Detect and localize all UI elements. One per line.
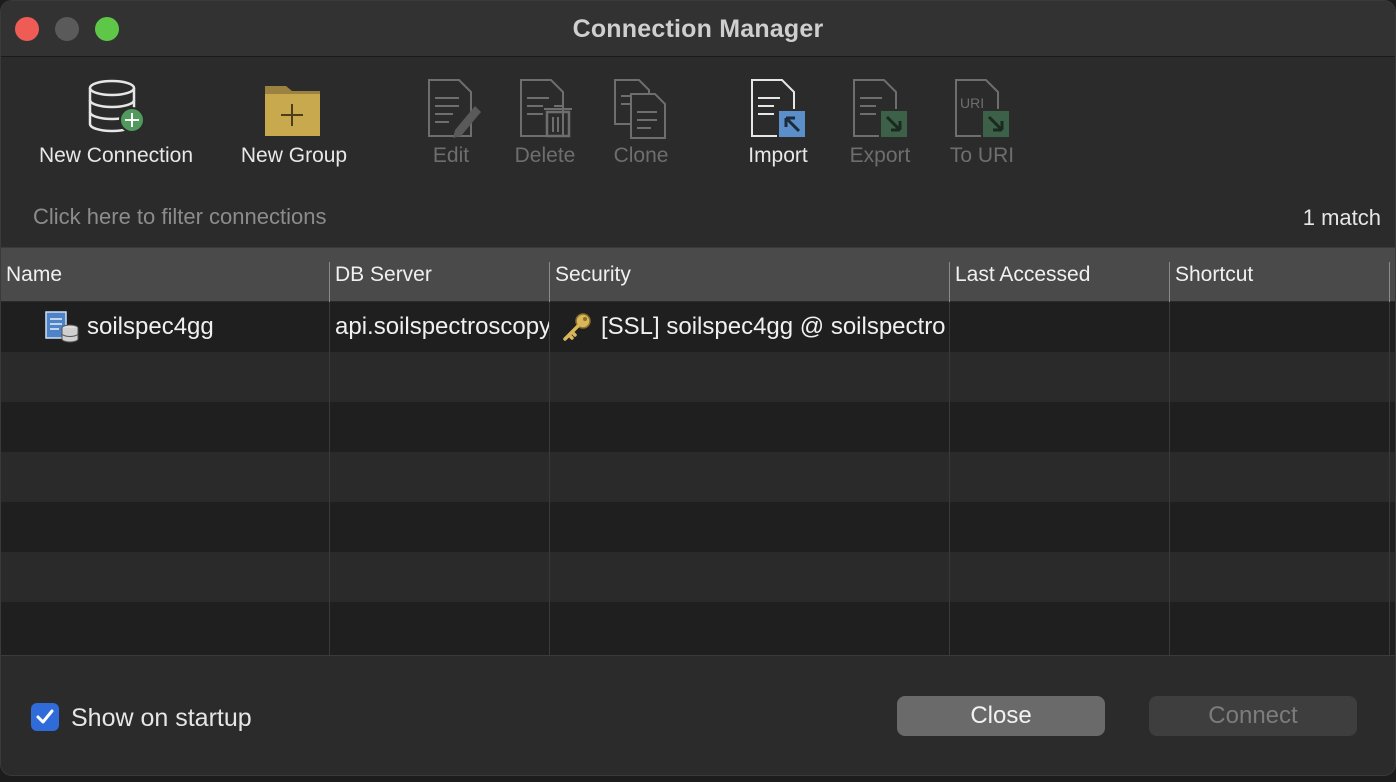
delete-button[interactable]: Delete xyxy=(507,76,583,168)
empty-row xyxy=(1,402,1395,452)
footer: Show on startup Close Connect xyxy=(1,655,1395,775)
column-header-security[interactable]: Security xyxy=(550,248,949,302)
connections-table: Name DB Server Security Last Accessed Sh… xyxy=(1,247,1395,655)
filter-bar: 1 match xyxy=(1,191,1395,245)
document-import-icon xyxy=(751,79,807,139)
filter-connections-input[interactable] xyxy=(23,199,1123,235)
database-add-icon xyxy=(88,79,145,133)
connection-manager-window: Connection Manager New Connection New Gr… xyxy=(0,0,1396,776)
table-header: Name DB Server Security Last Accessed Sh… xyxy=(1,248,1395,302)
empty-row xyxy=(1,452,1395,502)
column-divider xyxy=(549,302,550,655)
row-shortcut xyxy=(1175,302,1385,352)
column-header-last-accessed[interactable]: Last Accessed xyxy=(950,248,1169,302)
document-delete-icon xyxy=(520,79,572,138)
export-button[interactable]: Export xyxy=(839,76,921,168)
column-divider xyxy=(329,302,330,655)
document-edit-icon xyxy=(428,79,481,138)
column-header-shortcut[interactable]: Shortcut xyxy=(1170,248,1389,302)
column-resize-handle[interactable] xyxy=(1389,262,1390,302)
match-count: 1 match xyxy=(1302,205,1381,230)
checkmark-icon xyxy=(36,709,54,724)
row-name: soilspec4gg xyxy=(87,313,214,340)
show-on-startup-checkbox[interactable] xyxy=(31,703,59,731)
connect-button[interactable]: Connect xyxy=(1149,696,1357,736)
new-group-button[interactable]: New Group xyxy=(233,76,355,168)
empty-row xyxy=(1,352,1395,402)
row-last-accessed xyxy=(955,302,1165,352)
row-security: [SSL] soilspec4gg @ soilspectroscopy xyxy=(601,313,945,340)
row-db-server: api.soilspectroscopy.org xyxy=(335,313,549,340)
close-button[interactable]: Close xyxy=(897,696,1105,736)
title-bar: Connection Manager xyxy=(1,1,1395,57)
column-header-db-server[interactable]: DB Server xyxy=(330,248,549,302)
folder-add-icon xyxy=(265,86,320,136)
column-divider xyxy=(1389,302,1390,655)
new-connection-button[interactable]: New Connection xyxy=(29,76,203,168)
column-divider xyxy=(1169,302,1170,655)
to-uri-label: To URI xyxy=(949,144,1015,167)
document-export-icon xyxy=(853,79,909,139)
new-connection-label: New Connection xyxy=(38,144,194,167)
empty-row xyxy=(1,602,1395,652)
edit-button[interactable]: Edit xyxy=(413,76,489,168)
uri-export-icon: URI xyxy=(955,79,1011,139)
desktop-background xyxy=(0,776,1396,782)
database-document-icon xyxy=(45,311,79,343)
edit-label: Edit xyxy=(432,144,470,167)
empty-row xyxy=(1,552,1395,602)
import-label: Import xyxy=(748,144,808,167)
window-title: Connection Manager xyxy=(572,15,824,43)
table-row[interactable]: soilspec4gg api.soilspectroscopy.org [SS… xyxy=(1,302,1395,352)
column-header-name[interactable]: Name xyxy=(1,248,329,302)
new-group-label: New Group xyxy=(240,144,348,167)
export-label: Export xyxy=(849,144,911,167)
svg-text:URI: URI xyxy=(960,95,984,111)
clone-button[interactable]: Clone xyxy=(603,76,679,168)
delete-label: Delete xyxy=(514,144,576,167)
key-icon xyxy=(563,313,591,341)
import-button[interactable]: Import xyxy=(737,76,819,168)
column-divider xyxy=(949,302,950,655)
document-clone-icon xyxy=(614,79,666,139)
empty-row xyxy=(1,502,1395,552)
clone-label: Clone xyxy=(613,144,669,167)
toolbar: New Connection New Group Edit Delete Clo… xyxy=(1,58,1395,188)
to-uri-button[interactable]: URI To URI xyxy=(943,76,1021,168)
show-on-startup-label[interactable]: Show on startup xyxy=(71,704,252,733)
